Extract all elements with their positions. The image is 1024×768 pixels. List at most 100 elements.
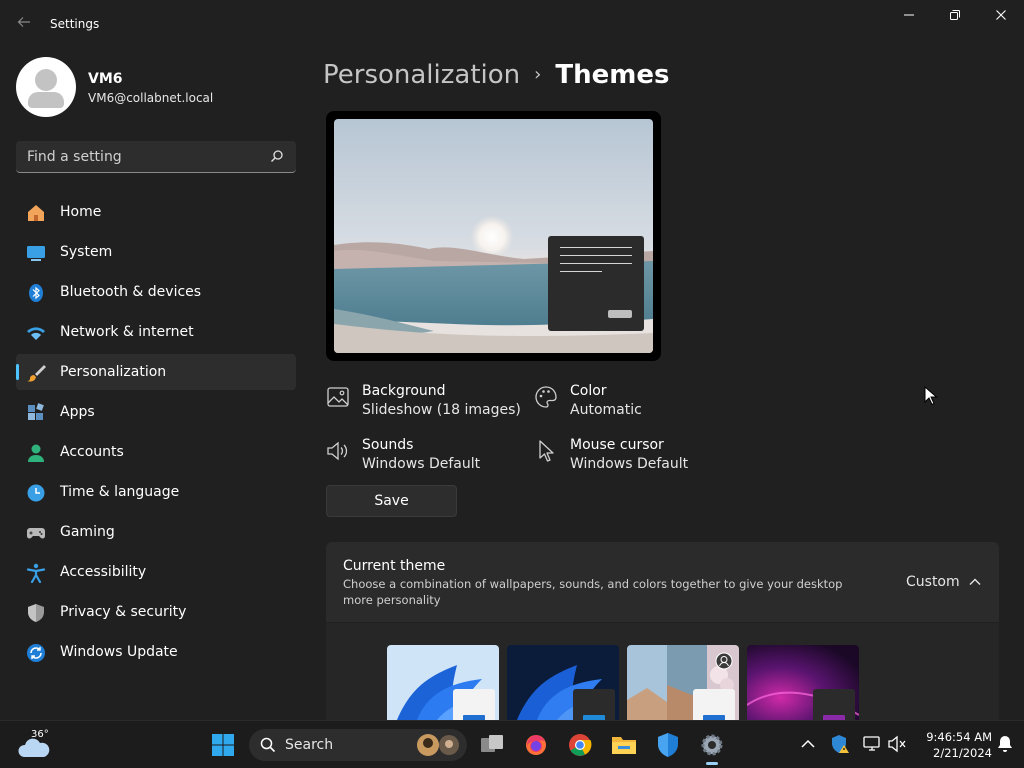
- person-icon: [28, 444, 44, 462]
- taskbar-search[interactable]: Search: [249, 729, 467, 761]
- cursor-icon: [539, 440, 554, 462]
- avatar: [16, 57, 76, 117]
- sidebar-item-network[interactable]: Network & internet: [16, 314, 296, 350]
- mouse-pointer-icon: [924, 386, 938, 406]
- color-title: Color: [570, 383, 607, 399]
- sidebar-item-label: Time & language: [60, 484, 180, 500]
- chevron-up-icon[interactable]: [968, 575, 982, 589]
- sidebar-item-personalization[interactable]: Personalization: [16, 354, 296, 390]
- sidebar-item-bluetooth[interactable]: Bluetooth & devices: [16, 274, 296, 310]
- sounds-setting[interactable]: Sounds Windows Default: [326, 437, 526, 477]
- color-setting[interactable]: Color Automatic: [534, 383, 734, 423]
- taskbar-search-placeholder: Search: [285, 737, 334, 753]
- taskbar-clock[interactable]: 9:46:54 AM 2/21/2024: [912, 729, 992, 761]
- chevron-right-icon: ›: [534, 64, 542, 85]
- network-icon[interactable]: [861, 733, 883, 755]
- sidebar-item-accessibility[interactable]: Accessibility: [16, 554, 296, 590]
- update-icon: [27, 644, 45, 662]
- current-theme-description: Choose a combination of wallpapers, soun…: [343, 577, 843, 607]
- sidebar-item-system[interactable]: System: [16, 234, 296, 270]
- sidebar-item-apps[interactable]: Apps: [16, 394, 296, 430]
- home-icon: [28, 205, 44, 221]
- wifi-icon: [27, 327, 45, 340]
- search-icon: [260, 737, 276, 753]
- close-button[interactable]: [981, 6, 1021, 28]
- color-value: Automatic: [570, 402, 642, 418]
- theme-thumbnail-glow[interactable]: [747, 645, 859, 720]
- task-view-button[interactable]: [476, 729, 508, 761]
- sidebar-item-label: Accessibility: [60, 564, 147, 580]
- task-view-icon: [481, 735, 503, 752]
- mouse-cursor-title: Mouse cursor: [570, 437, 664, 453]
- background-value: Slideshow (18 images): [362, 402, 521, 418]
- notification-bell-icon[interactable]: [994, 733, 1016, 755]
- restore-button[interactable]: [935, 6, 975, 28]
- palette-icon: [535, 386, 557, 408]
- breadcrumb-parent[interactable]: Personalization: [323, 60, 520, 90]
- spotlight-badge-icon: [715, 652, 733, 670]
- clock-globe-icon: [27, 484, 45, 502]
- sidebar-item-label: Bluetooth & devices: [60, 284, 202, 300]
- profile-name: VM6: [88, 71, 123, 87]
- gear-icon: [701, 734, 723, 756]
- theme-thumbnail-windows-light[interactable]: [387, 645, 499, 720]
- app-title: Settings: [50, 17, 100, 31]
- close-icon: [996, 10, 1006, 20]
- monitor-icon: [27, 246, 45, 261]
- taskbar-settings[interactable]: [696, 729, 728, 765]
- taskbar-chrome[interactable]: [564, 729, 596, 761]
- volume-muted-icon[interactable]: [886, 733, 908, 755]
- theme-preview: [326, 111, 661, 361]
- brush-icon: [27, 365, 46, 382]
- taskbar-windows-security[interactable]: [652, 729, 684, 761]
- sidebar-nav: Home System Bluetooth & devices Network …: [16, 194, 296, 674]
- sidebar-item-label: Network & internet: [60, 324, 194, 340]
- sidebar-item-time-language[interactable]: Time & language: [16, 474, 296, 510]
- sidebar-item-label: Home: [60, 204, 102, 220]
- user-profile[interactable]: VM6 VM6@collabnet.local: [16, 57, 296, 117]
- taskbar-firefox[interactable]: [520, 729, 552, 761]
- chrome-icon: [569, 734, 592, 756]
- mouse-cursor-setting[interactable]: Mouse cursor Windows Default: [534, 437, 734, 477]
- taskbar-file-explorer[interactable]: [608, 729, 640, 761]
- background-title: Background: [362, 383, 446, 399]
- security-warning-icon[interactable]: [829, 733, 851, 755]
- accessibility-icon: [26, 563, 46, 583]
- page-title: Themes: [555, 60, 670, 90]
- sidebar-item-windows-update[interactable]: Windows Update: [16, 634, 296, 670]
- save-button[interactable]: Save: [326, 485, 457, 517]
- sidebar-item-label: System: [60, 244, 113, 260]
- theme-thumbnail-spotlight[interactable]: [627, 645, 739, 720]
- sidebar-item-gaming[interactable]: Gaming: [16, 514, 296, 550]
- clock-date: 2/21/2024: [933, 746, 992, 760]
- sidebar-item-label: Personalization: [60, 364, 167, 380]
- sounds-value: Windows Default: [362, 456, 481, 472]
- wallpaper-preview: [334, 119, 653, 353]
- shield-icon: [658, 733, 678, 757]
- chevron-up-icon[interactable]: [797, 733, 819, 755]
- sidebar-item-privacy-security[interactable]: Privacy & security: [16, 594, 296, 630]
- speaker-icon: [327, 441, 348, 461]
- minimize-icon: [904, 14, 914, 16]
- start-button[interactable]: [207, 729, 239, 761]
- sidebar-item-label: Apps: [60, 404, 95, 420]
- breadcrumb: Personalization › Themes: [323, 60, 669, 90]
- search-placeholder: Find a setting: [27, 149, 122, 165]
- search-highlight-icon: [417, 734, 459, 756]
- back-button[interactable]: [14, 14, 34, 34]
- mouse-cursor-value: Windows Default: [570, 456, 689, 472]
- theme-properties: Background Slideshow (18 images) Color A…: [326, 383, 726, 483]
- taskbar: 36° Search 9:46:54 AM 2/21/2024: [0, 720, 1024, 768]
- windows-logo-icon: [212, 734, 234, 756]
- sidebar-item-accounts[interactable]: Accounts: [16, 434, 296, 470]
- theme-gallery: [326, 623, 999, 720]
- minimize-button[interactable]: [889, 6, 929, 28]
- current-theme-card[interactable]: Current theme Choose a combination of wa…: [326, 542, 999, 622]
- theme-thumbnail-windows-dark[interactable]: [507, 645, 619, 720]
- background-setting[interactable]: Background Slideshow (18 images): [326, 383, 526, 423]
- restore-icon: [950, 10, 960, 20]
- sounds-title: Sounds: [362, 437, 414, 453]
- search-input[interactable]: Find a setting: [16, 141, 296, 173]
- sidebar-item-label: Privacy & security: [60, 604, 187, 620]
- sidebar-item-home[interactable]: Home: [16, 194, 296, 230]
